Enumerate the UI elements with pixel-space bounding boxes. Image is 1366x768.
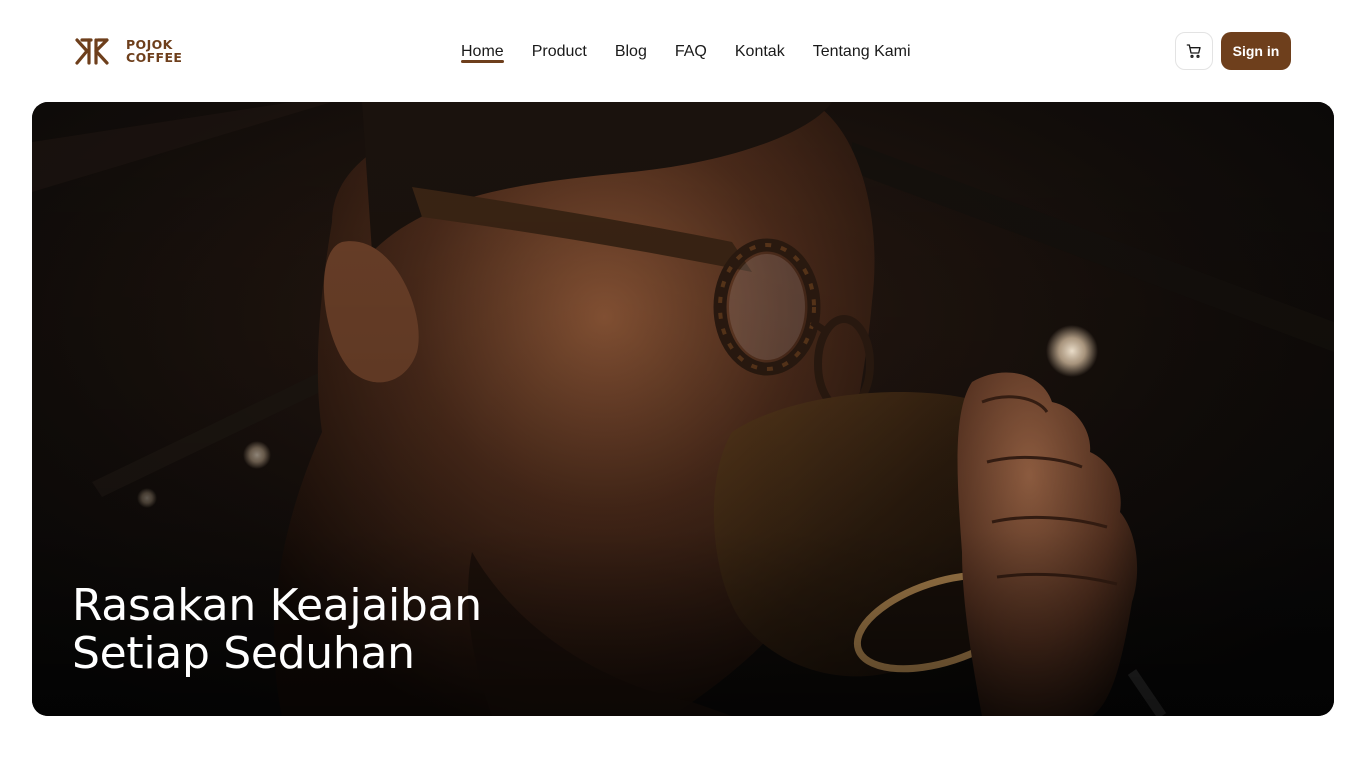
hero-title-line2: Setiap Seduhan [72, 628, 415, 679]
hero-banner: Rasakan Keajaiban Setiap Seduhan [32, 102, 1334, 716]
main-nav: Home Product Blog FAQ Kontak Tentang Kam… [461, 40, 911, 64]
brand-name-line2: COFFEE [126, 50, 183, 65]
hero-title: Rasakan Keajaiban Setiap Seduhan [72, 582, 482, 678]
brand-logo[interactable]: POJOK COFFEE [74, 36, 190, 66]
top-navbar: POJOK COFFEE Home Product Blog FAQ Konta… [0, 0, 1366, 102]
nav-link-tentang-kami[interactable]: Tentang Kami [813, 40, 911, 64]
cart-icon [1186, 44, 1201, 58]
nav-link-product[interactable]: Product [532, 40, 587, 64]
nav-link-home[interactable]: Home [461, 40, 504, 64]
cart-button[interactable] [1175, 32, 1213, 70]
nav-link-kontak[interactable]: Kontak [735, 40, 785, 64]
hero-title-line1: Rasakan Keajaiban [72, 580, 482, 631]
nav-link-faq[interactable]: FAQ [675, 40, 707, 64]
sign-in-button[interactable]: Sign in [1221, 32, 1291, 70]
nav-link-blog[interactable]: Blog [615, 40, 647, 64]
logo-mark-icon [75, 38, 109, 65]
